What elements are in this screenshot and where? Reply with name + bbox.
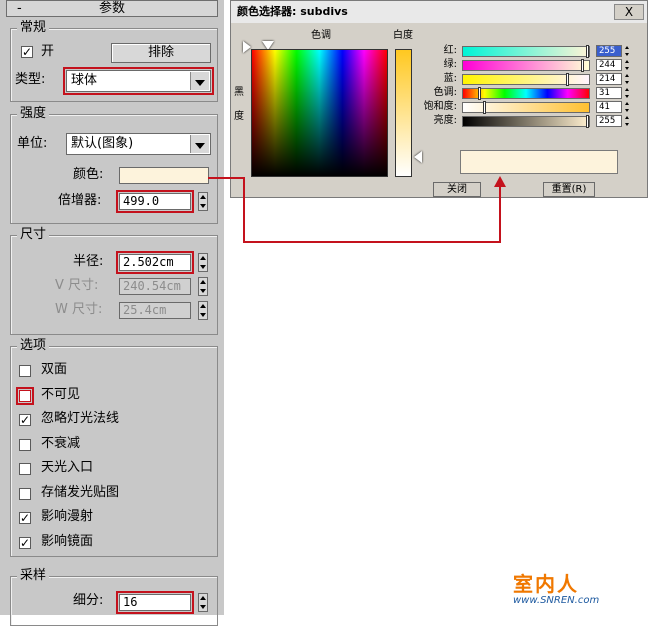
annotation-arrow-line — [208, 177, 501, 243]
watermark-logo: 室内人 www.SNREN.com — [513, 568, 599, 606]
annotation-arrow-head — [494, 176, 506, 187]
watermark-url: www.SNREN.com — [513, 595, 600, 606]
watermark-name: 室内人 — [513, 572, 579, 596]
annotation-arrow — [208, 176, 506, 243]
